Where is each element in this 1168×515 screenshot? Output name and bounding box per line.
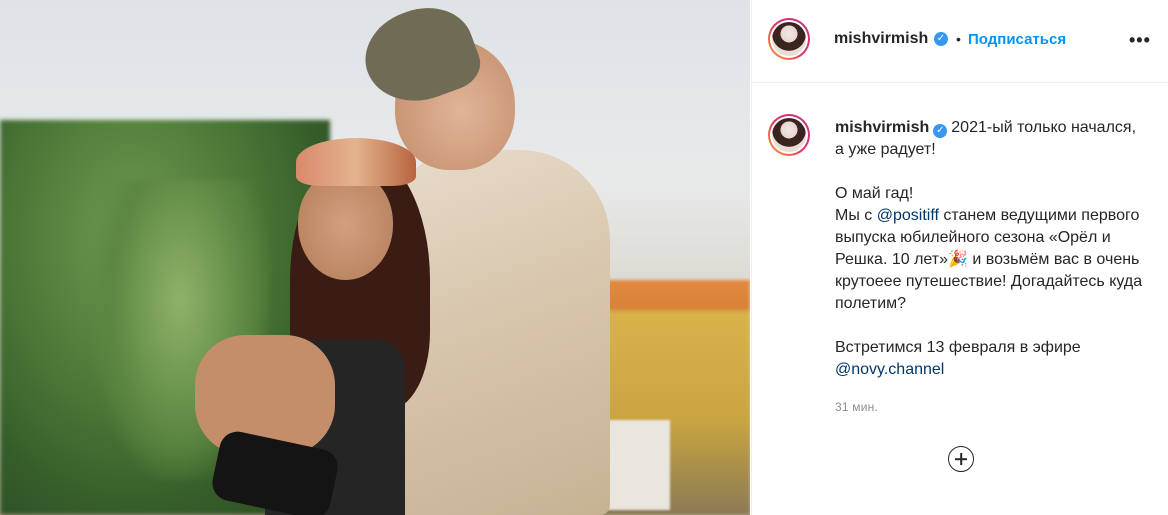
mention-novy-channel[interactable]: @novy.channel <box>835 361 944 378</box>
separator-dot: • <box>956 31 961 47</box>
caption-p2b-pre: Мы с <box>835 207 877 224</box>
plus-circle-icon[interactable] <box>948 446 974 472</box>
caption-username[interactable]: mishvirmish <box>835 119 929 136</box>
mention-positiff[interactable]: @positiff <box>877 207 939 224</box>
woman-bandana <box>296 138 416 186</box>
follow-button[interactable]: Подписаться <box>968 31 1066 48</box>
post-caption: mishvirmish ✓ 2021-ый только начался, а уж… <box>835 117 1145 381</box>
caption-p3a: Встретимся 13 февраля в эфире <box>835 339 1081 356</box>
post-header: mishvirmish ✓ • Подписаться ••• <box>752 0 1168 83</box>
post-side-panel: mishvirmish ✓ • Подписаться ••• mishvirm… <box>751 0 1168 515</box>
avatar-image <box>772 22 806 56</box>
caption-third-paragraph: Встретимся 13 февраля в эфире @novy.chan… <box>835 337 1145 381</box>
caption-avatar-image <box>772 118 806 152</box>
background-sign <box>600 420 670 510</box>
caption-second-paragraph: О май гад! Мы с @positiff станем ведущим… <box>835 183 1145 315</box>
caption-first-paragraph: mishvirmish ✓ 2021-ый только начался, а уж… <box>835 117 1145 161</box>
more-options-icon[interactable]: ••• <box>1129 30 1151 51</box>
verified-badge-icon: ✓ <box>934 32 948 46</box>
caption-avatar[interactable] <box>768 114 810 156</box>
caption-p2a: О май гад! <box>835 185 914 202</box>
header-username[interactable]: mishvirmish <box>834 30 928 48</box>
post-photo[interactable] <box>0 0 750 515</box>
avatar[interactable] <box>768 18 810 60</box>
woman-face <box>298 170 393 280</box>
party-popper-emoji: 🎉 <box>948 251 968 268</box>
caption-verified-badge-icon: ✓ <box>933 124 948 138</box>
post-timestamp[interactable]: 31 мин. <box>835 400 878 414</box>
